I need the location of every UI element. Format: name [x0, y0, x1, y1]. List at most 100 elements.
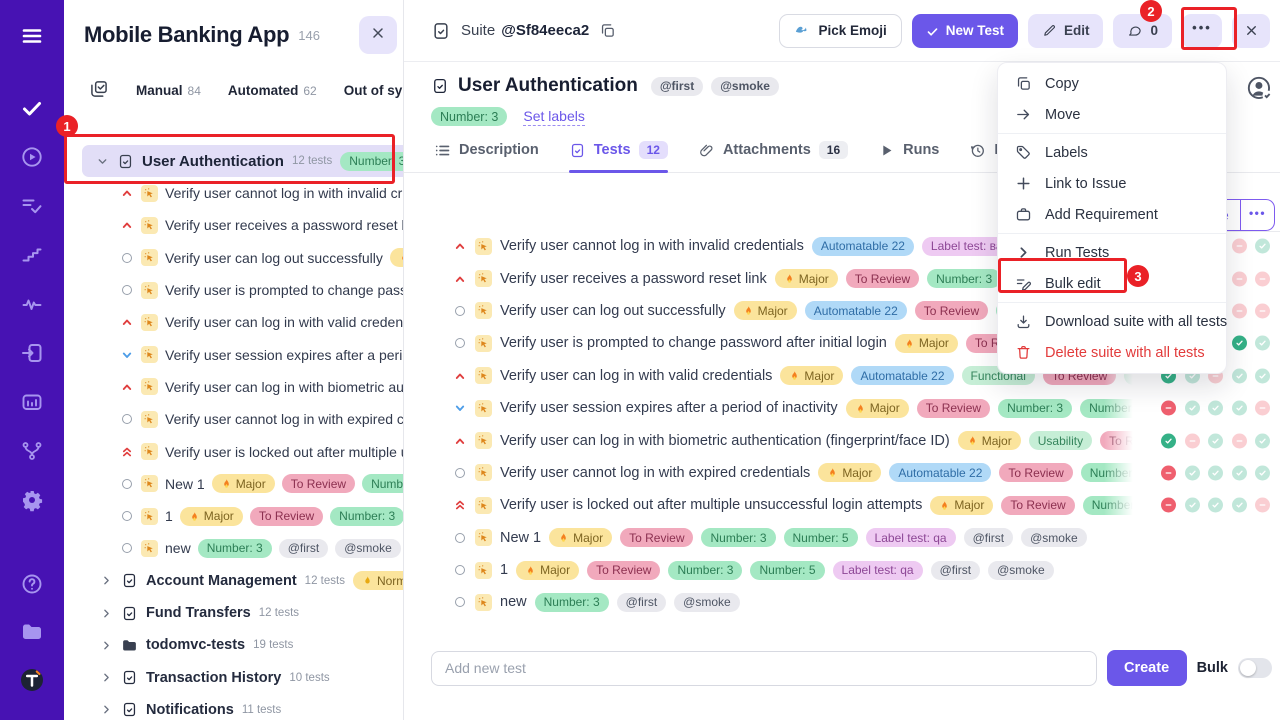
test-title: Verify user is prompted to change passwo…	[500, 335, 887, 351]
copy-id-icon[interactable]	[599, 22, 616, 39]
menu-item-download-suite-with-all-tests[interactable]: Download suite with all tests	[998, 306, 1226, 337]
test-emoji-icon	[141, 314, 158, 331]
sidebar-activity-icon[interactable]	[12, 284, 52, 324]
chevron-right-icon	[100, 639, 113, 652]
tree-test-row[interactable]: Verify user is locked out after multiple…	[64, 435, 403, 467]
close-suite-button[interactable]	[1232, 14, 1270, 48]
run-status-check-icon	[1232, 465, 1247, 480]
sidebar-logo-icon[interactable]	[12, 660, 52, 700]
tree-test-row[interactable]: 1MajorTo ReviewNumber: 3Number: 5Label t…	[64, 500, 403, 532]
test-row[interactable]: Verify user cannot log in with expired c…	[453, 457, 1272, 489]
badge-auto: Automatable 22	[805, 301, 907, 320]
more-actions-button[interactable]: •••	[1182, 14, 1222, 48]
badge-review: To Review	[587, 561, 660, 580]
tree-test-title: Verify user can log out successfully	[165, 250, 383, 266]
test-emoji-icon	[475, 594, 492, 611]
flame-icon	[904, 338, 915, 349]
tree-suite-row[interactable]: todomvc-tests19 tests	[64, 629, 403, 661]
panel-close-button[interactable]	[359, 16, 397, 54]
sidebar-gear-icon[interactable]	[12, 480, 52, 520]
panel-tab-automated[interactable]: Automated62	[228, 83, 317, 98]
flame-icon	[827, 467, 838, 478]
tree-test-row[interactable]: Verify user can log in with valid creden…	[64, 306, 403, 338]
tree-selected-suite[interactable]: User Authentication 12 tests Number: 3	[82, 145, 403, 177]
test-emoji-icon	[475, 497, 492, 514]
sidebar-play-circle-icon[interactable]	[12, 137, 52, 177]
tree-suite-row[interactable]: Account Management12 testsNormal	[64, 565, 403, 597]
badge-review: To Review	[1001, 496, 1074, 515]
add-test-input[interactable]	[431, 651, 1097, 686]
tree-test-row[interactable]: Verify user receives a password reset li…	[64, 209, 403, 241]
create-test-button[interactable]: Create	[1107, 650, 1187, 686]
tree-suite-row[interactable]: Transaction History10 tests	[64, 661, 403, 693]
sidebar-list-check-icon[interactable]	[12, 186, 52, 226]
test-row[interactable]: 1MajorTo ReviewNumber: 3Number: 5Label t…	[453, 554, 1272, 586]
new-test-button[interactable]: New Test	[912, 14, 1018, 48]
menu-item-add-requirement[interactable]: Add Requirement	[998, 199, 1226, 230]
sidebar-sign-in-icon[interactable]	[12, 333, 52, 373]
menu-item-move[interactable]: Move	[998, 99, 1226, 130]
sidebar-folder-icon[interactable]	[12, 612, 52, 652]
tab-runs[interactable]: Runs	[878, 141, 939, 172]
badge-review: To Review	[846, 269, 919, 288]
menu-item-link-to-issue[interactable]: Link to Issue	[998, 168, 1226, 199]
tab-description[interactable]: Description	[434, 141, 539, 172]
test-emoji-icon	[141, 217, 158, 234]
tree-test-row[interactable]: Verify user is prompted to change passwo…	[64, 274, 403, 306]
sidebar-menu-icon[interactable]	[12, 16, 52, 56]
sidebar-report-icon[interactable]	[12, 382, 52, 422]
test-emoji-icon	[475, 335, 492, 352]
tree-test-row[interactable]: Verify user cannot log in with expired c…	[64, 403, 403, 435]
flame-icon	[939, 500, 950, 511]
set-labels-link[interactable]: Set labels	[523, 108, 584, 126]
menu-item-copy[interactable]: Copy	[998, 68, 1226, 99]
test-row[interactable]: Verify user is locked out after multiple…	[453, 489, 1272, 521]
comments-button[interactable]: 0	[1113, 14, 1172, 48]
assignee-avatar[interactable]	[1246, 75, 1273, 102]
priority-up-icon	[453, 434, 467, 448]
priority-none-icon	[453, 597, 467, 607]
sidebar-help-icon[interactable]	[12, 564, 52, 604]
sidebar-steps-icon[interactable]	[12, 235, 52, 275]
tree-suite-row[interactable]: Fund Transfers12 tests	[64, 597, 403, 629]
priority-double-up-icon	[453, 498, 467, 512]
tree-suite-meta: 19 tests	[253, 639, 293, 651]
list-more-button[interactable]: •••	[1241, 200, 1274, 230]
tree-test-row[interactable]: Verify user cannot log in with invalid c…	[64, 177, 403, 209]
doc-check-icon	[121, 572, 138, 589]
priority-up-icon	[453, 369, 467, 383]
menu-item-delete-suite-with-all-tests[interactable]: Delete suite with all tests	[998, 337, 1226, 368]
badge-tag: @first	[617, 593, 667, 612]
priority-up-icon	[120, 380, 134, 394]
tree-test-row[interactable]: newNumber: 3@first@smoke	[64, 532, 403, 564]
tree-test-row[interactable]: Verify user can log in with biometric au…	[64, 371, 403, 403]
test-row[interactable]: New 1MajorTo ReviewNumber: 3Number: 5Lab…	[453, 522, 1272, 554]
panel-tab-manual[interactable]: Manual84	[136, 83, 201, 98]
menu-item-run-tests[interactable]: Run Tests	[998, 237, 1226, 268]
badge-label: Label test: qa	[866, 528, 956, 547]
sidebar-branch-icon[interactable]	[12, 431, 52, 471]
sidebar-check-icon[interactable]	[12, 88, 52, 128]
tree-test-row[interactable]: New 1MajorTo ReviewNumber: 3Number: 5Lab…	[64, 468, 403, 500]
bulk-label: Bulk	[1197, 660, 1228, 676]
panel-tab-out-of-sy[interactable]: Out of sy	[344, 83, 403, 98]
badge-tag: @first	[279, 539, 329, 558]
test-row[interactable]: newNumber: 3@first@smoke	[453, 586, 1272, 618]
edit-button[interactable]: Edit	[1028, 14, 1104, 48]
run-status-minus-icon	[1161, 401, 1176, 416]
menu-item-labels[interactable]: Labels	[998, 137, 1226, 168]
tab-attachments[interactable]: Attachments16	[698, 141, 848, 172]
tree-test-row[interactable]: Verify user session expires after a peri…	[64, 338, 403, 370]
tree-test-title: Verify user cannot log in with expired c…	[165, 411, 403, 427]
tree-suite-row[interactable]: Notifications11 tests	[64, 694, 403, 720]
menu-item-bulk-edit[interactable]: Bulk edit	[998, 268, 1226, 299]
bulk-toggle[interactable]	[1238, 658, 1272, 678]
test-row[interactable]: Verify user can log in with biometric au…	[453, 424, 1272, 456]
tree-suite-meta: 12 tests	[259, 607, 299, 619]
test-row[interactable]: Verify user session expires after a peri…	[453, 392, 1272, 424]
gold-drop-icon	[362, 575, 373, 586]
tree-test-row[interactable]: Verify user can log out successfullyMajo…	[64, 242, 403, 274]
pick-emoji-button[interactable]: Pick Emoji	[779, 14, 901, 48]
tab-tests[interactable]: Tests12	[569, 141, 668, 172]
priority-down-icon	[120, 348, 134, 362]
